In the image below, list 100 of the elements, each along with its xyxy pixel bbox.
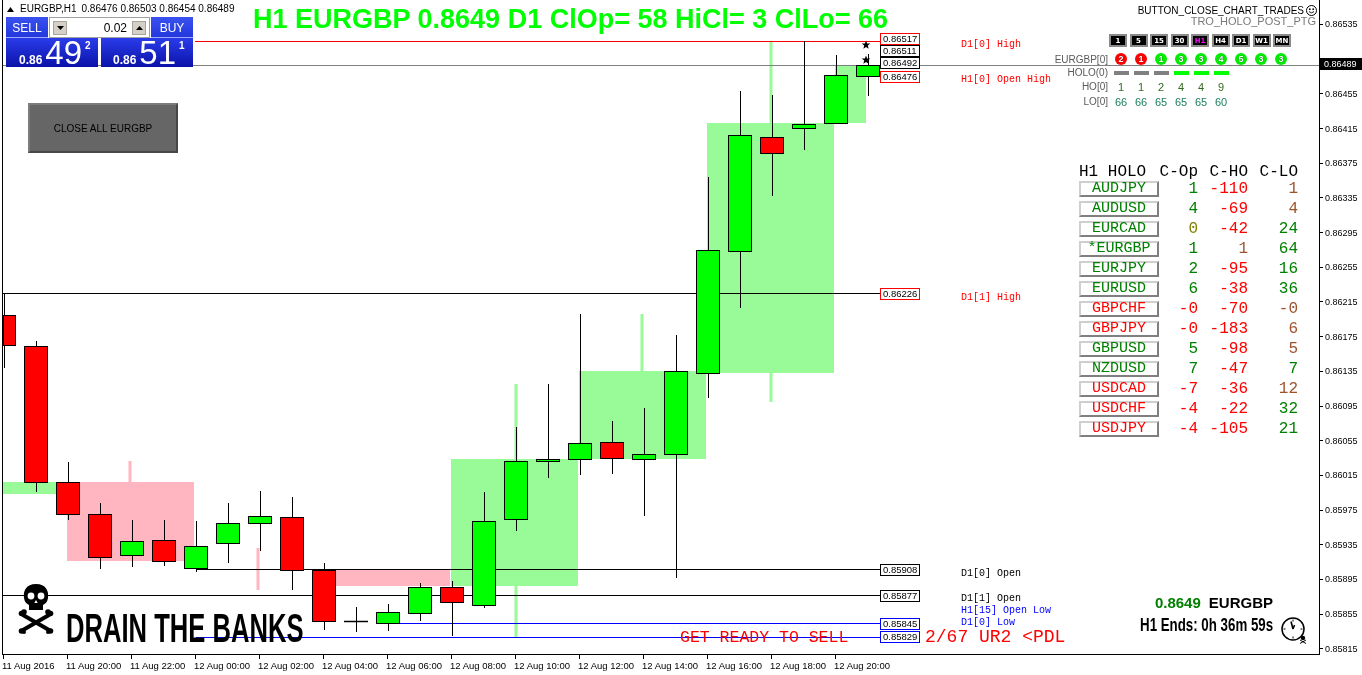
symbol-button[interactable]: USDCAD xyxy=(1079,381,1159,397)
sell-button[interactable]: SELL xyxy=(6,17,48,38)
symbol-button[interactable]: AUDJPY xyxy=(1079,181,1159,197)
bullish-candle xyxy=(408,582,432,622)
table-cell: 1 xyxy=(1288,181,1298,197)
table-cell: 24 xyxy=(1278,221,1298,237)
table-cell: 21 xyxy=(1278,421,1298,437)
symbol-button[interactable]: GBPCHF xyxy=(1079,301,1159,317)
decrease-lot-button[interactable] xyxy=(53,20,67,35)
lo-value: 60 xyxy=(1214,95,1228,108)
count-badge: 4 xyxy=(1215,53,1227,65)
lo-value: 66 xyxy=(1134,95,1148,108)
table-cell: 1 xyxy=(1188,241,1198,257)
level-label: D1[0] Low xyxy=(961,617,1015,628)
price-axis-label: 0.85815 xyxy=(1325,643,1358,654)
table-cell: 5 xyxy=(1188,341,1198,357)
table-cell: -70 xyxy=(1219,301,1248,317)
table-cell: 7 xyxy=(1288,361,1298,377)
count-badge: 3 xyxy=(1175,53,1187,65)
table-cell: 4 xyxy=(1288,201,1298,217)
table-cell: 12 xyxy=(1278,381,1298,397)
table-cell: -183 xyxy=(1209,321,1248,337)
bullish-candle xyxy=(216,502,240,564)
level-label: D1[0] Open xyxy=(961,568,1021,579)
table-cell: -0 xyxy=(1178,321,1198,337)
bullish-candle xyxy=(376,603,400,632)
price-prefix: 0.86 xyxy=(19,54,43,66)
table-cell: 2 xyxy=(1188,261,1198,277)
bullish-candle xyxy=(824,54,848,125)
symbol-button[interactable]: *EURGBP xyxy=(1079,241,1159,257)
buy-button[interactable]: BUY xyxy=(151,17,193,38)
time-axis-label: 11 Aug 20:00 xyxy=(66,660,122,671)
price-axis-label: 0.86535 xyxy=(1325,19,1358,30)
time-axis-label: 12 Aug 14:00 xyxy=(642,660,698,671)
table-cell: 64 xyxy=(1278,241,1298,257)
price-axis-label: 0.86095 xyxy=(1325,401,1358,412)
bullish-candle xyxy=(120,519,144,568)
time-axis-label: 12 Aug 00:00 xyxy=(194,660,250,671)
doji-candle xyxy=(343,606,369,633)
lot-size-spinner[interactable]: 0.02 xyxy=(49,17,150,38)
price-prefix: 0.86 xyxy=(113,54,137,66)
price-tag: 0.85829 xyxy=(880,631,921,643)
bearish-candle xyxy=(312,562,336,631)
symbol-button[interactable]: EURCAD xyxy=(1079,221,1159,237)
ho-value: 9 xyxy=(1217,80,1225,93)
price-tag: 0.86517 xyxy=(880,33,921,45)
bearish-candle xyxy=(440,580,464,637)
symbol-button[interactable]: USDCHF xyxy=(1079,401,1159,417)
table-cell: 32 xyxy=(1278,401,1298,417)
table-cell: 1 xyxy=(1188,181,1198,197)
ho-value: 1 xyxy=(1137,80,1145,93)
range-wick xyxy=(256,548,260,590)
bullish-candle xyxy=(856,53,880,97)
time-axis-label: 12 Aug 10:00 xyxy=(514,660,570,671)
bearish-candle xyxy=(600,420,624,475)
count-badge: 1 xyxy=(1135,53,1147,65)
time-axis-label: 12 Aug 02:00 xyxy=(258,660,314,671)
price-tag: 0.86492 xyxy=(880,57,921,69)
increase-lot-button[interactable] xyxy=(132,20,146,35)
table-cell: -47 xyxy=(1219,361,1248,377)
table-cell: -36 xyxy=(1219,381,1248,397)
current-price: 0.8649 xyxy=(1154,594,1201,611)
bullish-candle xyxy=(184,520,208,573)
symbol-button[interactable]: USDJPY xyxy=(1079,421,1159,437)
price-axis-label: 0.85895 xyxy=(1325,574,1358,585)
symbol-button[interactable]: NZDUSD xyxy=(1079,361,1159,377)
close-all-button[interactable]: CLOSE ALL EURGBP xyxy=(28,103,178,153)
bearish-candle xyxy=(88,502,112,570)
level-label: H1[15] Open Low xyxy=(961,605,1051,616)
symbol-button[interactable]: AUDUSD xyxy=(1079,201,1159,217)
price-axis-label: 0.86455 xyxy=(1325,88,1358,99)
table-cell: 1 xyxy=(1238,241,1248,257)
table-cell: 5 xyxy=(1288,341,1298,357)
caret-up-icon[interactable] xyxy=(7,6,14,12)
table-cell: 36 xyxy=(1278,281,1298,297)
chart-headline: H1 EURGBP 0.8649 D1 ClOp= 58 HiCl= 3 ClLo= 66 xyxy=(253,3,888,35)
time-axis-label: 12 Aug 04:00 xyxy=(322,660,378,671)
price-fraction: 1 xyxy=(179,41,185,51)
alert-detail: 2/67 UR2 <PDL xyxy=(925,628,1066,647)
row-label: HO[0] xyxy=(1080,81,1109,92)
table-cell: -42 xyxy=(1219,221,1248,237)
table-cell: 6 xyxy=(1288,321,1298,337)
time-axis-label: 12 Aug 06:00 xyxy=(386,660,442,671)
lot-size-input[interactable]: 0.02 xyxy=(69,20,130,35)
symbol-button[interactable]: EURUSD xyxy=(1079,281,1159,297)
script-name: BUTTON_CLOSE_CHART_TRADES xyxy=(1137,5,1304,16)
time-axis-label: 12 Aug 18:00 xyxy=(770,660,826,671)
smiley-icon xyxy=(1306,5,1317,16)
price-tag: 0.86226 xyxy=(880,288,921,300)
column-header: H1 HOLO xyxy=(1079,165,1147,179)
symbol-timeframe: EURGBP,H1 xyxy=(20,3,77,15)
price-axis-label: 0.85935 xyxy=(1325,539,1358,550)
price-axis-label: 0.86135 xyxy=(1325,366,1358,377)
skull-crossbones-icon xyxy=(18,582,54,634)
table-cell: -69 xyxy=(1219,201,1248,217)
bullish-candle xyxy=(248,490,272,552)
symbol-button[interactable]: GBPUSD xyxy=(1079,341,1159,357)
row-label: EURGBP[0] xyxy=(1053,53,1109,65)
symbol-button[interactable]: GBPJPY xyxy=(1079,321,1159,337)
symbol-button[interactable]: EURJPY xyxy=(1079,261,1159,277)
